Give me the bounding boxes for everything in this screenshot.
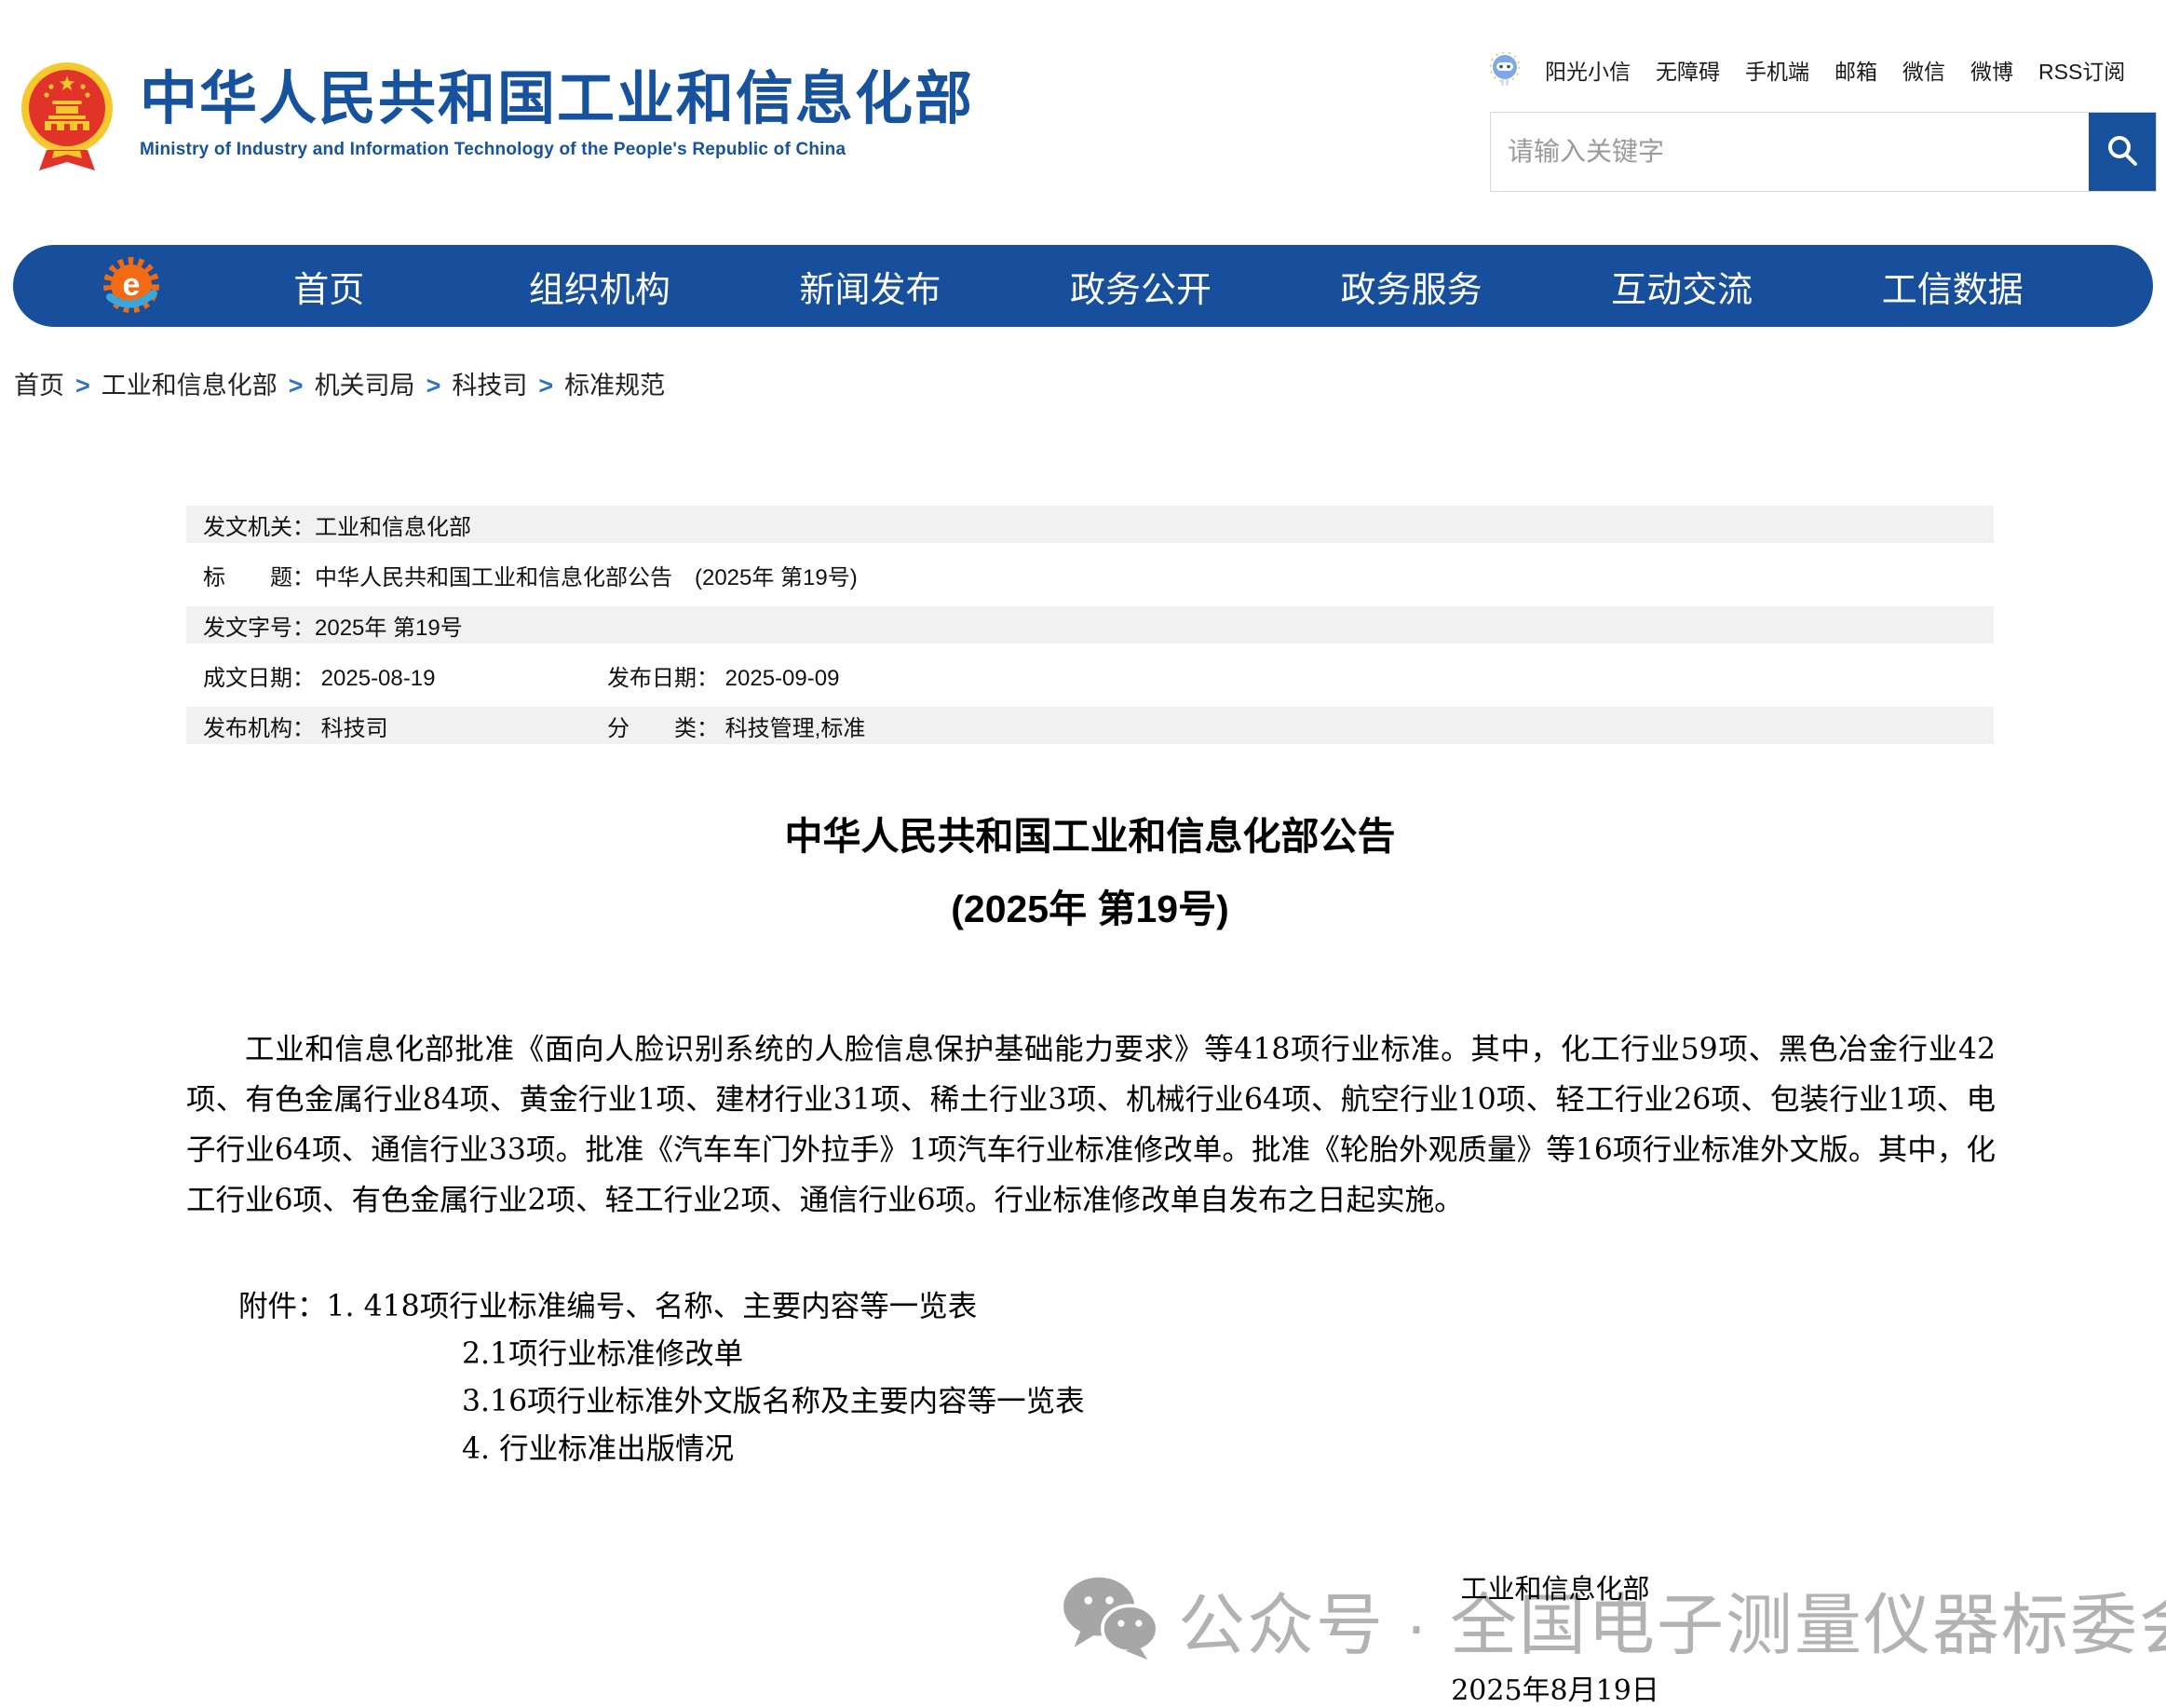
site-subtitle: Ministry of Industry and Information Tec… bbox=[140, 140, 974, 160]
meta-row-doc-number: 发文字号： 2025年 第19号 bbox=[186, 606, 1994, 644]
national-emblem-icon bbox=[20, 61, 114, 183]
breadcrumb-separator: > bbox=[278, 372, 315, 400]
wechat-icon bbox=[1062, 1573, 1159, 1666]
announcement-paragraph: 工业和信息化部批准《面向人脸识别系统的人脸信息保护基础能力要求》等418项行业标… bbox=[186, 1024, 1996, 1226]
top-link-yangguangxiaoxin[interactable]: 阳光小信 bbox=[1545, 54, 1631, 86]
top-link-mobile[interactable]: 手机端 bbox=[1745, 54, 1809, 86]
meta-row-title: 标 题： 中华人民共和国工业和信息化部公告 (2025年 第19号) bbox=[186, 556, 1994, 593]
meta-value: 科技管理,标准 bbox=[725, 716, 866, 741]
main-nav: e 首页 组织机构 新闻发布 政务公开 政务服务 互动交流 工信数据 bbox=[13, 245, 2153, 327]
meta-value: 科技司 bbox=[321, 716, 388, 741]
breadcrumb-standards[interactable]: 标准规范 bbox=[564, 372, 665, 400]
breadcrumb-separator: > bbox=[64, 372, 102, 400]
announcement-body: 工业和信息化部批准《面向人脸识别系统的人脸信息保护基础能力要求》等418项行业标… bbox=[186, 1024, 1996, 1226]
meta-value: 2025年 第19号 bbox=[315, 609, 463, 642]
nav-item-news[interactable]: 新闻发布 bbox=[735, 261, 1006, 312]
meta-label: 发文字号： bbox=[203, 609, 315, 642]
attachments-list: 附件：1. 418项行业标准编号、名称、主要内容等一览表 2.1项行业标准修改单… bbox=[186, 1283, 1085, 1473]
top-link-mail[interactable]: 邮箱 bbox=[1834, 54, 1877, 86]
site-title-block: 中华人民共和国工业和信息化部 Ministry of Industry and … bbox=[140, 67, 974, 160]
attachment-item-1: 附件：1. 418项行业标准编号、名称、主要内容等一览表 bbox=[186, 1283, 1085, 1331]
attachment-1-text: 1. 418项行业标准编号、名称、主要内容等一览表 bbox=[327, 1290, 978, 1323]
meta-label: 发布机构： bbox=[203, 716, 315, 741]
document-meta-table: 发文机关： 工业和信息化部 标 题： 中华人民共和国工业和信息化部公告 (202… bbox=[186, 506, 1994, 757]
breadcrumb-departments[interactable]: 机关司局 bbox=[315, 372, 415, 400]
attachment-item-2: 2.1项行业标准修改单 bbox=[186, 1331, 1085, 1378]
breadcrumb-home[interactable]: 首页 bbox=[14, 372, 64, 400]
nav-items: 首页 组织机构 新闻发布 政务公开 政务服务 互动交流 工信数据 bbox=[194, 261, 2088, 312]
top-links-bar: 阳光小信 无障碍 手机端 邮箱 微信 微博 RSS订阅 bbox=[1490, 52, 2157, 88]
search-icon bbox=[2105, 133, 2140, 171]
top-link-weibo[interactable]: 微博 bbox=[1970, 54, 2013, 86]
breadcrumb-science-tech-dept[interactable]: 科技司 bbox=[452, 372, 527, 400]
announcement-date: 2025年8月19日 bbox=[1434, 1667, 1676, 1708]
nav-item-home[interactable]: 首页 bbox=[194, 261, 465, 312]
announcement-title-line1: 中华人民共和国工业和信息化部公告 bbox=[186, 812, 1994, 861]
meta-value: 中华人民共和国工业和信息化部公告 (2025年 第19号) bbox=[315, 559, 858, 591]
search-button[interactable] bbox=[2089, 113, 2156, 191]
breadcrumb-separator: > bbox=[415, 372, 453, 400]
attachment-item-3: 3.16项行业标准外文版名称及主要内容等一览表 bbox=[186, 1378, 1085, 1426]
top-link-accessibility[interactable]: 无障碍 bbox=[1656, 54, 1720, 86]
top-link-rss[interactable]: RSS订阅 bbox=[2038, 54, 2125, 86]
meta-value: 2025-09-09 bbox=[725, 666, 840, 691]
signature: 工业和信息化部 bbox=[1453, 1567, 1658, 1606]
watermark-text: 公众号 · 全国电子测量仪器标委会 bbox=[1178, 1570, 2166, 1668]
search-box bbox=[1490, 112, 2157, 192]
svg-text:e: e bbox=[123, 267, 141, 303]
meta-label: 发布日期： bbox=[607, 666, 719, 691]
header-right: 阳光小信 无障碍 手机端 邮箱 微信 微博 RSS订阅 bbox=[1490, 52, 2157, 192]
nav-item-miit-data[interactable]: 工信数据 bbox=[1817, 261, 2088, 312]
announcement-title-line2: (2025年 第19号) bbox=[186, 885, 1994, 933]
site-title: 中华人民共和国工业和信息化部 bbox=[140, 67, 974, 132]
attachments-prefix: 附件： bbox=[238, 1290, 327, 1323]
meta-label: 分 类： bbox=[607, 716, 719, 741]
meta-label: 发文机关： bbox=[203, 508, 315, 541]
nav-item-interaction[interactable]: 互动交流 bbox=[1547, 261, 1818, 312]
meta-value: 2025-08-19 bbox=[321, 666, 436, 691]
nav-item-gov-disclosure[interactable]: 政务公开 bbox=[1006, 261, 1277, 312]
top-link-wechat[interactable]: 微信 bbox=[1902, 54, 1945, 86]
meta-label: 成文日期： bbox=[203, 666, 315, 691]
meta-row-publisher-category: 发布机构： 科技司 分 类： 科技管理,标准 bbox=[186, 707, 1994, 744]
nav-item-gov-services[interactable]: 政务服务 bbox=[1276, 261, 1547, 312]
meta-row-issuing-agency: 发文机关： 工业和信息化部 bbox=[186, 506, 1994, 543]
meta-row-dates: 成文日期： 2025-08-19 发布日期： 2025-09-09 bbox=[186, 657, 1994, 694]
breadcrumb-miit[interactable]: 工业和信息化部 bbox=[102, 372, 278, 400]
breadcrumb: 首页>工业和信息化部>机关司局>科技司>标准规范 bbox=[14, 365, 665, 401]
search-input[interactable] bbox=[1491, 113, 2089, 191]
xiaoxin-robot-icon[interactable] bbox=[1490, 52, 1520, 88]
meta-value: 工业和信息化部 bbox=[315, 508, 471, 541]
meta-label: 标 题： bbox=[203, 559, 315, 591]
announcement-title: 中华人民共和国工业和信息化部公告 (2025年 第19号) bbox=[186, 812, 1994, 933]
breadcrumb-separator: > bbox=[527, 372, 564, 400]
miit-logo-icon: e bbox=[97, 251, 166, 320]
attachment-item-4: 4. 行业标准出版情况 bbox=[186, 1426, 1085, 1473]
nav-item-organization[interactable]: 组织机构 bbox=[465, 261, 736, 312]
